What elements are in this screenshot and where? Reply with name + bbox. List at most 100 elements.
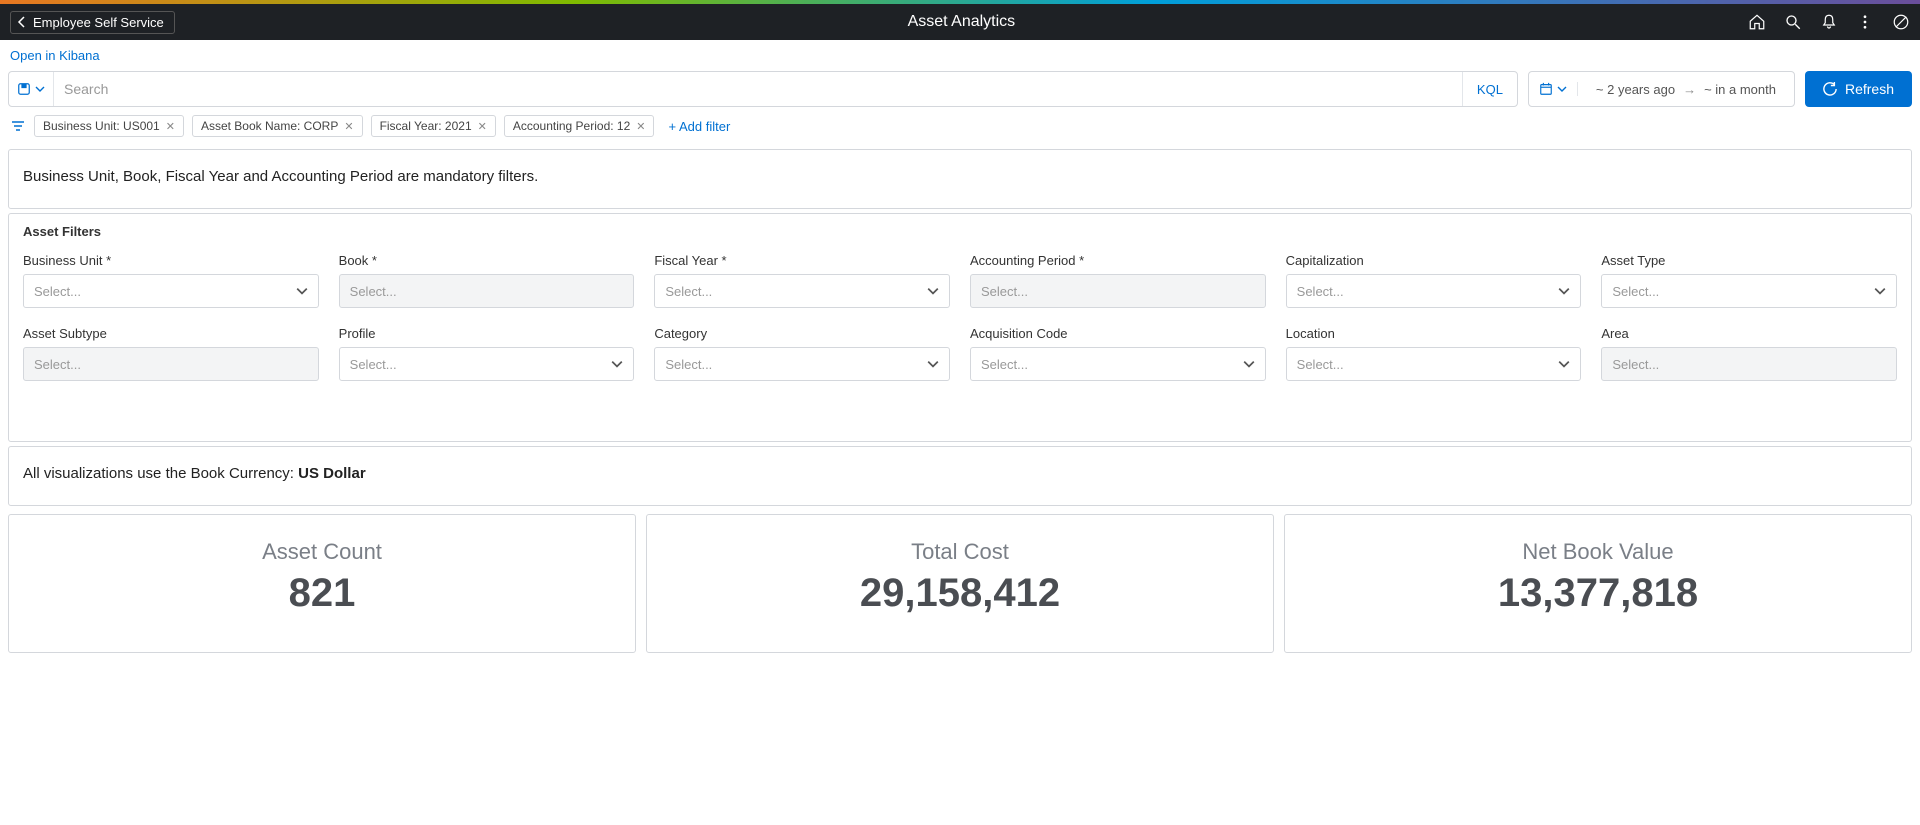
filter-label: Capitalization: [1286, 253, 1582, 268]
filter-label: Book *: [339, 253, 635, 268]
date-from: ~ 2 years ago: [1596, 82, 1675, 97]
back-button[interactable]: Employee Self Service: [10, 11, 175, 34]
metric-value: 821: [19, 571, 625, 616]
filter-chip[interactable]: Business Unit: US001 ✕: [34, 115, 184, 137]
filter-chip-label: Business Unit: US001: [43, 119, 160, 133]
filter-placeholder: Select...: [1297, 284, 1344, 299]
filter-chip[interactable]: Accounting Period: 12 ✕: [504, 115, 655, 137]
filter-placeholder: Select...: [981, 357, 1028, 372]
filter-placeholder: Select...: [34, 357, 81, 372]
chevron-down-icon: [1558, 358, 1570, 370]
refresh-icon: [1823, 82, 1837, 96]
filter-select[interactable]: Select...: [970, 347, 1266, 381]
date-range-picker: ~ 2 years ago → ~ in a month: [1528, 71, 1795, 107]
metric-label: Total Cost: [657, 539, 1263, 565]
filter-select[interactable]: Select...: [1286, 274, 1582, 308]
date-range-display[interactable]: ~ 2 years ago → ~ in a month: [1578, 82, 1794, 97]
saved-query-button[interactable]: [9, 72, 54, 106]
close-icon[interactable]: ✕: [636, 120, 645, 133]
chevron-left-icon: [17, 16, 27, 28]
compass-icon[interactable]: [1892, 13, 1910, 31]
metrics-row: Asset Count 821 Total Cost 29,158,412 Net Bo…: [0, 510, 1920, 663]
filter-chip[interactable]: Fiscal Year: 2021 ✕: [371, 115, 496, 137]
filter-field: Book * Select...: [339, 253, 635, 308]
asset-filters-panel: Asset Filters Business Unit *Select...Bo…: [8, 213, 1912, 442]
refresh-button[interactable]: Refresh: [1805, 71, 1912, 107]
calendar-button[interactable]: [1529, 82, 1578, 96]
close-icon[interactable]: ✕: [344, 120, 353, 133]
date-arrow: →: [1683, 82, 1696, 97]
filter-placeholder: Select...: [34, 284, 81, 299]
filter-select: Select...: [339, 274, 635, 308]
filters-panel-title: Asset Filters: [23, 224, 1897, 239]
metric-card: Asset Count 821: [8, 514, 636, 653]
filter-select[interactable]: Select...: [1286, 347, 1582, 381]
home-icon[interactable]: [1748, 13, 1766, 31]
metric-label: Net Book Value: [1295, 539, 1901, 565]
filter-field: Profile Select...: [339, 326, 635, 381]
filter-label: Category: [654, 326, 950, 341]
more-vertical-icon[interactable]: [1856, 13, 1874, 31]
search-icon[interactable]: [1784, 13, 1802, 31]
kql-toggle[interactable]: KQL: [1462, 72, 1517, 106]
filter-select[interactable]: Select...: [654, 347, 950, 381]
filter-select[interactable]: Select...: [654, 274, 950, 308]
app-header: Employee Self Service Asset Analytics: [0, 4, 1920, 40]
filter-label: Asset Type: [1601, 253, 1897, 268]
close-icon[interactable]: ✕: [166, 120, 175, 133]
filter-select[interactable]: Select...: [339, 347, 635, 381]
currency-value: US Dollar: [298, 465, 366, 482]
metric-value: 29,158,412: [657, 571, 1263, 616]
chevron-down-icon: [296, 285, 308, 297]
filter-placeholder: Select...: [1297, 357, 1344, 372]
filter-placeholder: Select...: [665, 284, 712, 299]
filter-chip-label: Asset Book Name: CORP: [201, 119, 338, 133]
filters-grid: Business Unit * Select... Book * Select... F…: [23, 253, 1897, 381]
filter-label: Profile: [339, 326, 635, 341]
filter-chips-row: Business Unit: US001✕Asset Book Name: CO…: [0, 107, 1920, 145]
filter-label: Accounting Period *: [970, 253, 1266, 268]
chevron-down-icon: [1874, 285, 1886, 297]
filter-field: Business Unit * Select...: [23, 253, 319, 308]
metric-label: Asset Count: [19, 539, 625, 565]
filter-field: Acquisition Code Select...: [970, 326, 1266, 381]
page-title: Asset Analytics: [175, 13, 1748, 31]
filter-placeholder: Select...: [665, 357, 712, 372]
back-button-label: Employee Self Service: [33, 15, 164, 30]
filter-select: Select...: [970, 274, 1266, 308]
chevron-down-icon: [35, 84, 45, 94]
currency-notice: All visualizations use the Book Currency…: [8, 446, 1912, 506]
filter-label: Acquisition Code: [970, 326, 1266, 341]
filter-field: Category Select...: [654, 326, 950, 381]
bell-icon[interactable]: [1820, 13, 1838, 31]
close-icon[interactable]: ✕: [478, 120, 487, 133]
filter-placeholder: Select...: [1612, 357, 1659, 372]
filter-label: Fiscal Year *: [654, 253, 950, 268]
filter-chip[interactable]: Asset Book Name: CORP ✕: [192, 115, 363, 137]
search-container: KQL: [8, 71, 1518, 107]
chips-container: Business Unit: US001✕Asset Book Name: CO…: [34, 115, 654, 137]
chevron-down-icon: [1558, 285, 1570, 297]
metric-card: Net Book Value13,377,818: [1284, 514, 1912, 653]
add-filter-button[interactable]: + Add filter: [662, 116, 736, 137]
refresh-button-label: Refresh: [1845, 81, 1894, 97]
filter-field: Capitalization Select...: [1286, 253, 1582, 308]
filter-field: Accounting Period * Select...: [970, 253, 1266, 308]
filter-select[interactable]: Select...: [23, 274, 319, 308]
filter-settings-icon[interactable]: [10, 118, 26, 134]
search-input[interactable]: [54, 72, 1462, 106]
filter-field: Asset Type Select...: [1601, 253, 1897, 308]
filter-field: Area Select...: [1601, 326, 1897, 381]
date-to: ~ in a month: [1704, 82, 1776, 97]
filter-chip-label: Fiscal Year: 2021: [380, 119, 472, 133]
filter-label: Business Unit *: [23, 253, 319, 268]
filter-select[interactable]: Select...: [1601, 274, 1897, 308]
filter-label: Asset Subtype: [23, 326, 319, 341]
filter-select: Select...: [23, 347, 319, 381]
filter-label: Area: [1601, 326, 1897, 341]
mandatory-filters-notice: Business Unit, Book, Fiscal Year and Acc…: [8, 149, 1912, 209]
open-in-kibana-link[interactable]: Open in Kibana: [0, 40, 110, 71]
filter-label: Location: [1286, 326, 1582, 341]
filter-chip-label: Accounting Period: 12: [513, 119, 630, 133]
header-icon-group: [1748, 13, 1910, 31]
